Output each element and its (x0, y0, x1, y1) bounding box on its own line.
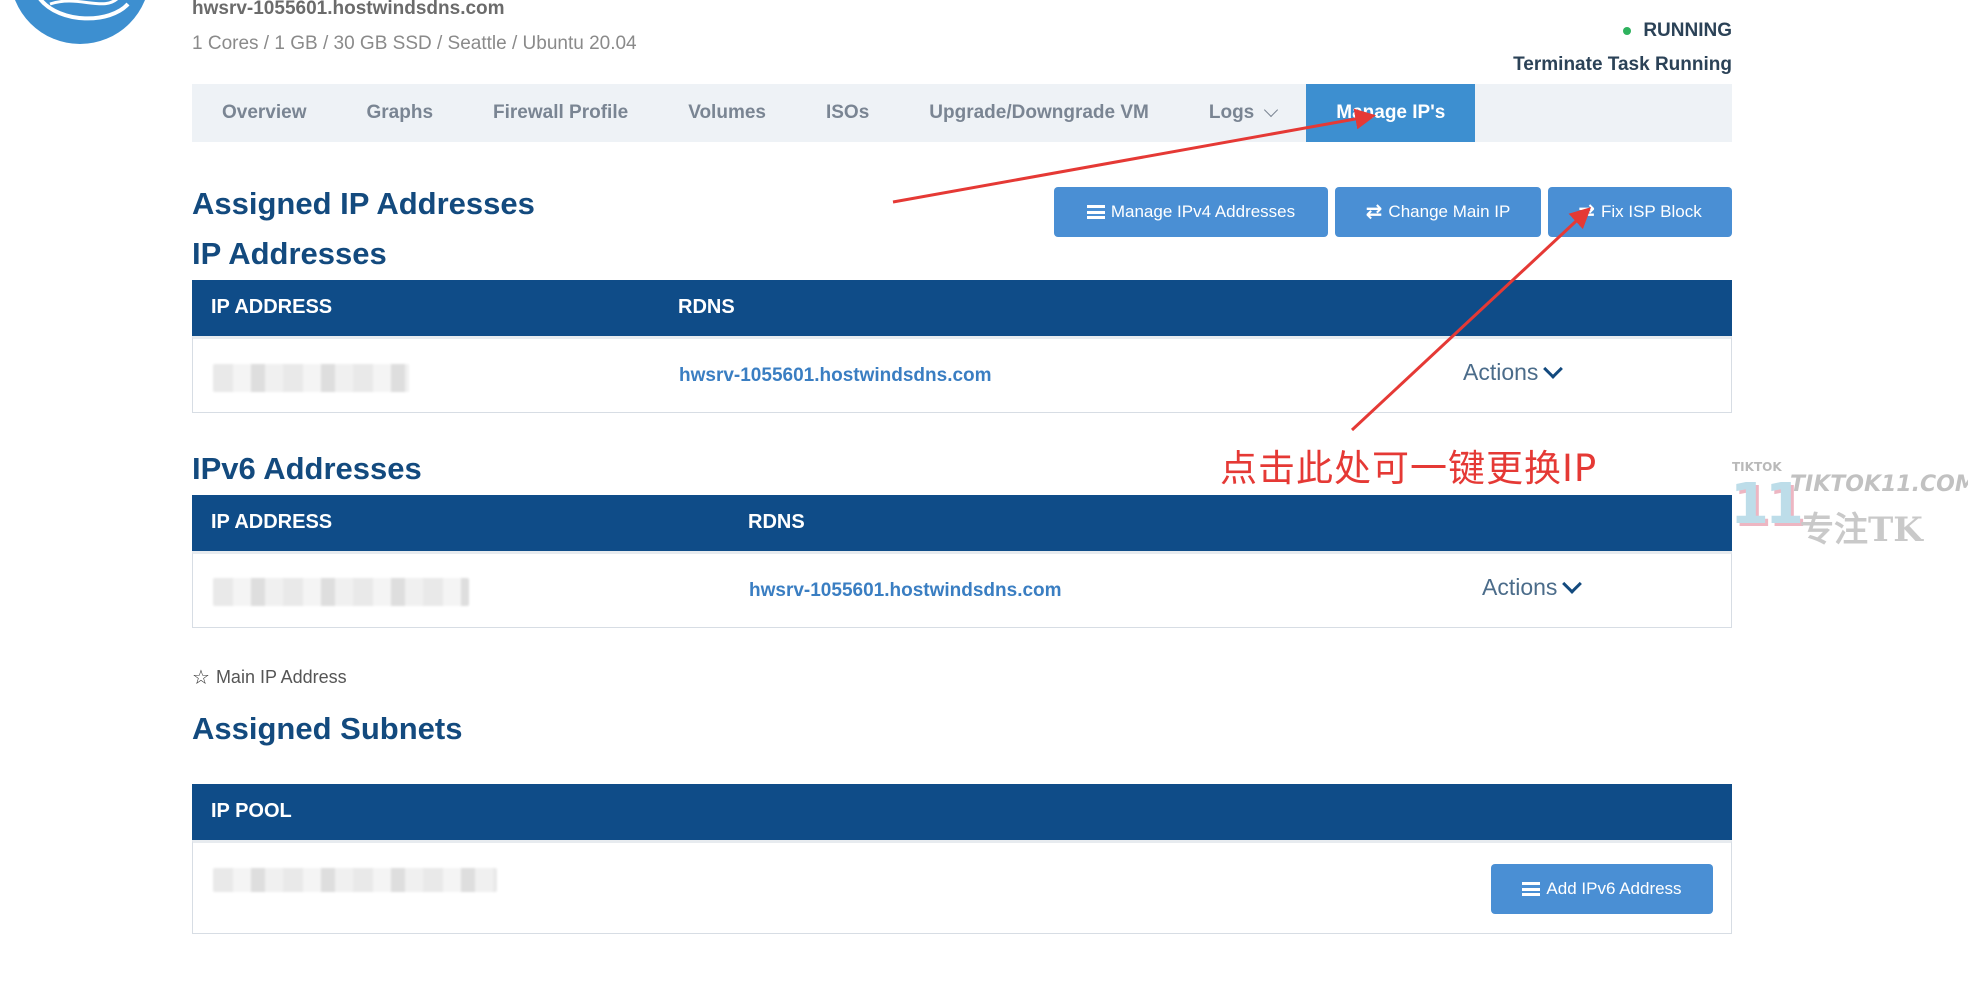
rdns-link[interactable]: hwsrv-1055601.hostwindsdns.com (749, 580, 1062, 602)
tab-label: ISOs (825, 102, 870, 123)
actions-label: Actions (1463, 359, 1539, 385)
tab-label: Volumes (688, 102, 766, 123)
watermark-logo: TIKTOK 11 TIKTOK11.COM 专注TK (1730, 458, 1968, 550)
button-label: Fix ISP Block (1600, 202, 1702, 221)
redacted-ip-address (213, 364, 409, 392)
tab-label: Graphs (366, 102, 434, 123)
assigned-ip-title: Assigned IP Addresses (192, 186, 535, 221)
ipv4-table-header: IP ADDRESS RDNS (192, 280, 1732, 336)
column-header-ip: IP ADDRESS (211, 511, 333, 533)
tab-label: Overview (222, 102, 307, 123)
chevron-down-icon (1264, 102, 1279, 118)
status-dot-icon (1623, 27, 1632, 35)
watermark-domain: TIKTOK11.COM (1790, 472, 1968, 497)
tab-overview[interactable]: Overview (192, 84, 337, 142)
ip-addresses-title: IP Addresses (192, 236, 387, 271)
add-ipv6-address-button[interactable]: Add IPv6 Address (1491, 864, 1713, 914)
tab-firewall-profile[interactable]: Firewall Profile (463, 84, 658, 142)
status-label: RUNNING (1643, 20, 1732, 41)
annotation-text: 点击此处可一键更换IP (1220, 447, 1598, 490)
task-status: Terminate Task Running (1513, 54, 1732, 75)
fix-isp-block-button[interactable]: ⇄ Fix ISP Block (1548, 187, 1732, 237)
tab-isos[interactable]: ISOs (796, 84, 899, 142)
brand-logo[interactable] (10, 0, 150, 44)
legend-label: Main IP Address (215, 667, 347, 687)
watermark-tagline: 专注TK (1800, 510, 1923, 550)
button-label: Change Main IP (1388, 202, 1511, 221)
tab-label: Logs (1208, 102, 1255, 123)
ipv6-addresses-title: IPv6 Addresses (192, 451, 422, 486)
tab-label: Manage IP's (1336, 102, 1446, 123)
table-row: hwsrv-1055601.hostwindsdns.com Actions (192, 551, 1732, 628)
list-icon (1086, 205, 1105, 219)
status-indicator: RUNNING (1623, 20, 1732, 42)
manage-ipv4-button[interactable]: Manage IPv4 Addresses (1054, 187, 1328, 237)
tab-label: Firewall Profile (493, 102, 629, 123)
column-header-ip-pool: IP POOL (211, 800, 292, 822)
list-icon (1522, 882, 1541, 896)
actions-dropdown[interactable]: Actions (1463, 358, 1564, 386)
tab-upgrade-downgrade[interactable]: Upgrade/Downgrade VM (899, 84, 1179, 142)
server-specs: 1 Cores / 1 GB / 30 GB SSD / Seattle / U… (192, 33, 637, 54)
column-header-ip: IP ADDRESS (211, 296, 333, 318)
main-ip-legend: ☆ Main IP Address (192, 665, 347, 690)
column-header-rdns: RDNS (678, 296, 735, 318)
ipv6-table-header: IP ADDRESS RDNS (192, 495, 1732, 551)
button-label: Add IPv6 Address (1546, 879, 1682, 898)
swap-icon: ⇄ (1365, 201, 1383, 223)
change-main-ip-button[interactable]: ⇄ Change Main IP (1335, 187, 1541, 237)
tab-graphs[interactable]: Graphs (337, 84, 464, 142)
tab-label: Upgrade/Downgrade VM (929, 102, 1149, 123)
button-label: Manage IPv4 Addresses (1110, 202, 1296, 221)
chevron-down-icon (1562, 573, 1583, 594)
table-row: Add IPv6 Address (192, 840, 1732, 934)
actions-dropdown[interactable]: Actions (1482, 573, 1583, 601)
subnets-table-header: IP POOL (192, 784, 1732, 840)
chevron-down-icon (1543, 358, 1564, 379)
swap-icon: ⇄ (1578, 201, 1595, 223)
assigned-subnets-title: Assigned Subnets (192, 711, 463, 746)
server-tabs: Overview Graphs Firewall Profile Volumes… (192, 84, 1732, 142)
tab-manage-ips[interactable]: Manage IP's (1306, 84, 1476, 142)
redacted-ip-address (213, 578, 469, 606)
column-header-rdns: RDNS (748, 511, 805, 533)
actions-label: Actions (1482, 574, 1558, 600)
server-hostname: hwsrv-1055601.hostwindsdns.com (192, 0, 505, 19)
rdns-link[interactable]: hwsrv-1055601.hostwindsdns.com (679, 365, 992, 387)
redacted-ip-pool (213, 868, 497, 892)
table-row: hwsrv-1055601.hostwindsdns.com Actions (192, 336, 1732, 413)
star-icon: ☆ (192, 667, 210, 689)
tab-logs[interactable]: Logs (1179, 84, 1306, 142)
tab-volumes[interactable]: Volumes (658, 84, 796, 142)
